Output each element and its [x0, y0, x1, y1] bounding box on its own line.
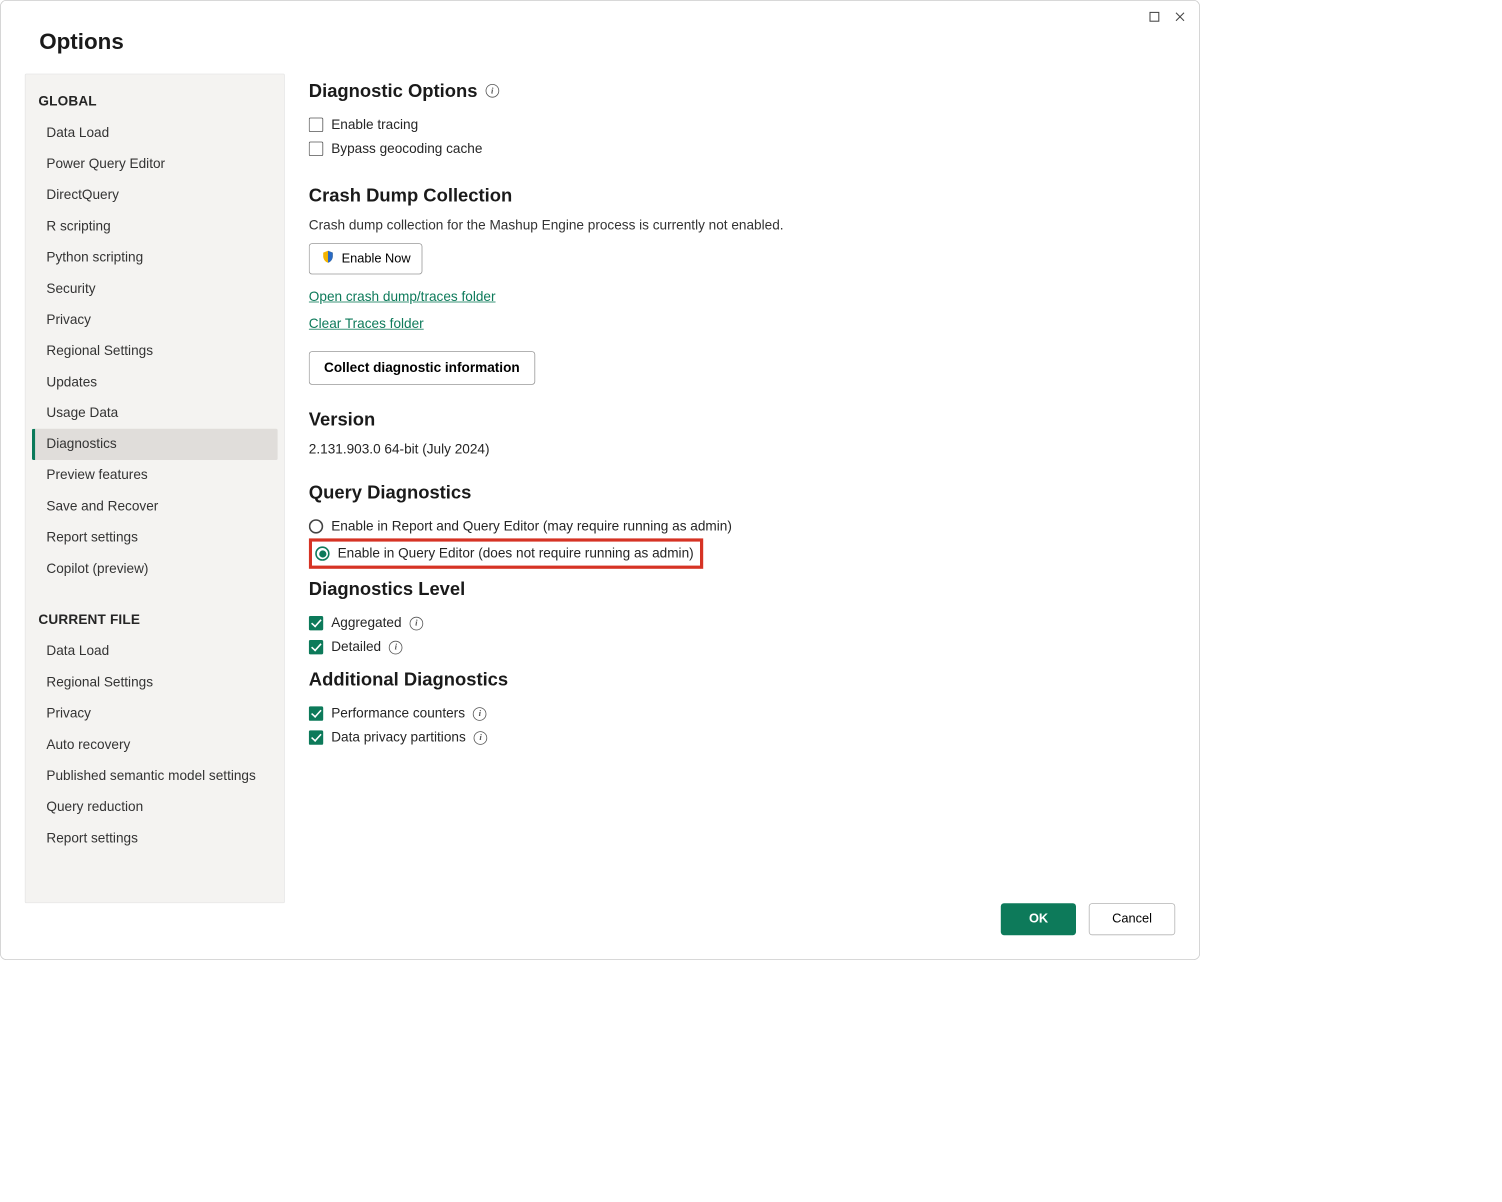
checkbox-performance-counters[interactable] [309, 706, 323, 720]
heading-additional-diagnostics: Additional Diagnostics [309, 669, 508, 691]
dialog-footer: OK Cancel [1, 903, 1199, 959]
window-controls [1135, 1, 1199, 33]
section-version: Version 2.131.903.0 64-bit (July 2024) [309, 409, 1167, 458]
content-pane: Diagnostic Options i Enable tracing Bypa… [309, 74, 1175, 904]
heading-query-diagnostics: Query Diagnostics [309, 482, 472, 504]
info-icon[interactable]: i [389, 640, 403, 654]
radio-enable-report-and-query[interactable] [309, 519, 323, 533]
label-detailed[interactable]: Detailed [331, 639, 381, 655]
checkbox-enable-tracing[interactable] [309, 118, 323, 132]
sidebar-item-security[interactable]: Security [32, 273, 278, 304]
version-value: 2.131.903.0 64-bit (July 2024) [309, 442, 1167, 458]
info-icon[interactable]: i [474, 731, 488, 745]
heading-crash-dump: Crash Dump Collection [309, 185, 512, 207]
sidebar-item-published-semantic-model-settings[interactable]: Published semantic model settings [32, 761, 278, 792]
link-open-crash-folder[interactable]: Open crash dump/traces folder [309, 289, 496, 305]
close-button[interactable] [1167, 6, 1193, 28]
label-bypass-geocoding[interactable]: Bypass geocoding cache [331, 141, 482, 157]
section-additional-diagnostics: Additional Diagnostics Performance count… [309, 669, 1167, 750]
sidebar-item-save-and-recover[interactable]: Save and Recover [32, 491, 278, 522]
sidebar-item-power-query-editor[interactable]: Power Query Editor [32, 149, 278, 180]
sidebar-item-query-reduction[interactable]: Query reduction [32, 792, 278, 823]
sidebar-item-data-load[interactable]: Data Load [32, 118, 278, 149]
dialog-body: GLOBAL Data LoadPower Query EditorDirect… [1, 54, 1199, 903]
section-query-diagnostics: Query Diagnostics Enable in Report and Q… [309, 482, 1167, 569]
sidebar-item-regional-settings[interactable]: Regional Settings [32, 336, 278, 367]
sidebar-item-report-settings[interactable]: Report settings [32, 823, 278, 854]
shield-icon [321, 250, 335, 268]
section-diagnostics-level: Diagnostics Level Aggregated i Detailed … [309, 578, 1167, 659]
label-enable-query-editor[interactable]: Enable in Query Editor (does not require… [338, 546, 694, 562]
checkbox-data-privacy-partitions[interactable] [309, 730, 323, 744]
close-icon [1174, 11, 1185, 22]
heading-diagnostics-level: Diagnostics Level [309, 578, 465, 600]
sidebar-header-current-file: CURRENT FILE [32, 607, 278, 636]
checkbox-bypass-geocoding[interactable] [309, 142, 323, 156]
heading-diagnostic-options: Diagnostic Options [309, 80, 478, 102]
sidebar-item-report-settings[interactable]: Report settings [32, 523, 278, 554]
highlighted-option: Enable in Query Editor (does not require… [309, 538, 703, 568]
sidebar: GLOBAL Data LoadPower Query EditorDirect… [25, 74, 285, 904]
label-performance-counters[interactable]: Performance counters [331, 706, 465, 722]
maximize-icon [1149, 11, 1160, 22]
link-clear-traces[interactable]: Clear Traces folder [309, 316, 424, 332]
sidebar-item-auto-recovery[interactable]: Auto recovery [32, 730, 278, 761]
maximize-button[interactable] [1142, 6, 1168, 28]
sidebar-header-global: GLOBAL [32, 89, 278, 118]
checkbox-aggregated[interactable] [309, 616, 323, 630]
sidebar-item-usage-data[interactable]: Usage Data [32, 398, 278, 429]
sidebar-item-privacy[interactable]: Privacy [32, 305, 278, 336]
dialog-title: Options [1, 1, 1199, 55]
enable-now-button[interactable]: Enable Now [309, 243, 423, 274]
sidebar-item-updates[interactable]: Updates [32, 367, 278, 398]
cancel-button[interactable]: Cancel [1089, 903, 1175, 935]
heading-version: Version [309, 409, 375, 431]
sidebar-item-directquery[interactable]: DirectQuery [32, 180, 278, 211]
collect-diagnostic-button[interactable]: Collect diagnostic information [309, 351, 535, 385]
info-icon[interactable]: i [410, 616, 424, 630]
label-data-privacy-partitions[interactable]: Data privacy partitions [331, 730, 466, 746]
sidebar-item-diagnostics[interactable]: Diagnostics [32, 429, 278, 460]
label-enable-report-and-query[interactable]: Enable in Report and Query Editor (may r… [331, 518, 732, 534]
sidebar-item-privacy[interactable]: Privacy [32, 698, 278, 729]
section-diagnostic-options: Diagnostic Options i Enable tracing Bypa… [309, 80, 1167, 161]
checkbox-detailed[interactable] [309, 640, 323, 654]
info-icon[interactable]: i [485, 84, 499, 98]
section-crash-dump: Crash Dump Collection Crash dump collect… [309, 185, 1167, 385]
sidebar-item-python-scripting[interactable]: Python scripting [32, 242, 278, 273]
crash-dump-desc: Crash dump collection for the Mashup Eng… [309, 218, 1167, 234]
info-icon[interactable]: i [473, 707, 487, 721]
options-dialog: Options GLOBAL Data LoadPower Query Edit… [0, 0, 1200, 960]
enable-now-label: Enable Now [342, 252, 411, 266]
ok-button[interactable]: OK [1001, 903, 1076, 935]
sidebar-item-regional-settings[interactable]: Regional Settings [32, 667, 278, 698]
sidebar-item-data-load[interactable]: Data Load [32, 636, 278, 667]
sidebar-item-r-scripting[interactable]: R scripting [32, 211, 278, 242]
sidebar-item-preview-features[interactable]: Preview features [32, 460, 278, 491]
label-aggregated[interactable]: Aggregated [331, 615, 401, 631]
radio-enable-query-editor[interactable] [315, 546, 329, 560]
label-enable-tracing[interactable]: Enable tracing [331, 117, 418, 133]
sidebar-item-copilot-preview-[interactable]: Copilot (preview) [32, 554, 278, 585]
